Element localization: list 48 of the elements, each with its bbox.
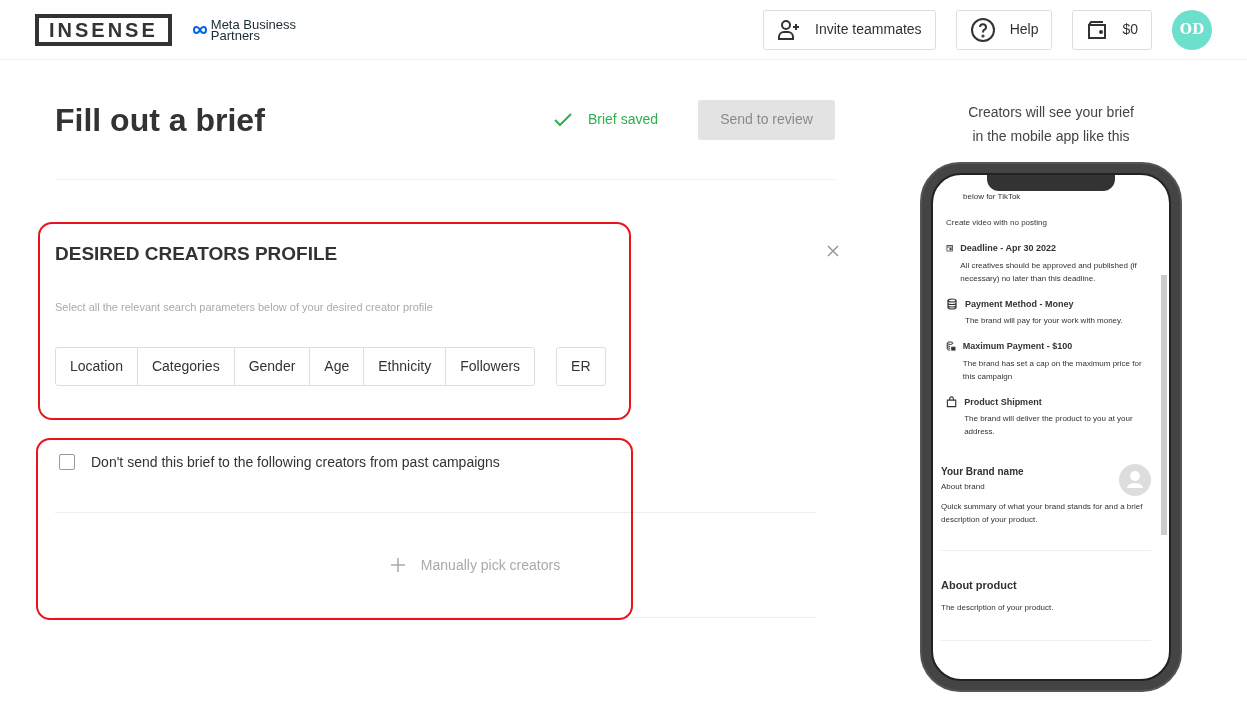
avatar-placeholder-icon: [1119, 464, 1151, 496]
brand-subtitle: About brand: [941, 481, 986, 493]
preview-item-text: The brand has set a cap on the maximum price for this campaign: [962, 357, 1143, 383]
filter-button[interactable]: ER: [556, 347, 606, 386]
close-button[interactable]: [826, 244, 840, 258]
product-title: About product: [941, 578, 1018, 593]
filter-button[interactable]: Location: [56, 348, 137, 385]
preview-caption: in the mobile app like this: [972, 127, 1130, 146]
wallet-icon: [1086, 19, 1109, 40]
checkbox[interactable]: [59, 454, 75, 470]
coins-icon: [946, 297, 958, 310]
page-title: Fill out a brief: [55, 100, 265, 140]
brand-logo[interactable]: INSENSE: [35, 13, 172, 46]
partner-logo-text: Partners: [210, 29, 260, 41]
filter-button[interactable]: Ethnicity: [363, 348, 446, 385]
preview-caption: Creators will see your brief: [968, 103, 1134, 122]
preview-mode: Create video with no posting: [946, 217, 1048, 229]
preview-item-title: Deadline - Apr 30 2022: [960, 242, 1057, 255]
filter-button[interactable]: Followers: [445, 348, 535, 385]
filter-button[interactable]: Gender: [233, 348, 310, 385]
preview-item-text: The brand will deliver the product to you at your address.: [964, 413, 1134, 438]
section-title: DESIRED CREATORS PROFILE: [55, 242, 339, 266]
preview-item-title: Maximum Payment - $100: [962, 340, 1074, 353]
brand-name: Your Brand name: [941, 465, 1025, 479]
preview-item-text: All creatives should be approved and published (if necessary) no later than this deadline.: [960, 259, 1138, 285]
product-text: The description of your product.: [941, 601, 1055, 614]
save-status: Brief saved: [587, 110, 658, 129]
filter-button[interactable]: Age: [309, 348, 364, 385]
invite-button[interactable]: Invite teammates: [763, 9, 936, 50]
plus-icon: [390, 558, 405, 572]
preview-item-title: Payment Method - Money: [965, 297, 1075, 311]
calendar-icon: [946, 242, 954, 254]
check-icon: [552, 111, 573, 128]
balance-button[interactable]: $0: [1072, 9, 1152, 50]
close-icon: [827, 245, 839, 257]
help-button[interactable]: Help: [955, 9, 1053, 50]
infinity-icon: [191, 24, 208, 35]
preview-item-title: Product Shipment: [964, 395, 1043, 409]
help-icon: [969, 16, 996, 43]
partner-logo-text: Meta Business: [210, 18, 297, 30]
checkbox-label: Don't send this brief to the following creators from past campaigns: [91, 453, 500, 472]
add-user-icon: [777, 18, 801, 41]
preview-item-text: The brand will pay for your work with money.: [965, 315, 1123, 327]
section-hint: Select all the relevant search parameters below of your desired creator profile: [55, 299, 434, 315]
filter-button[interactable]: Categories: [136, 348, 234, 385]
coins-lock-icon: [946, 340, 956, 352]
brand-summary: Quick summary of what your brand stands for and a brief description of your product.: [941, 501, 1144, 526]
preview-intro: below for TikTok: [963, 191, 1021, 203]
